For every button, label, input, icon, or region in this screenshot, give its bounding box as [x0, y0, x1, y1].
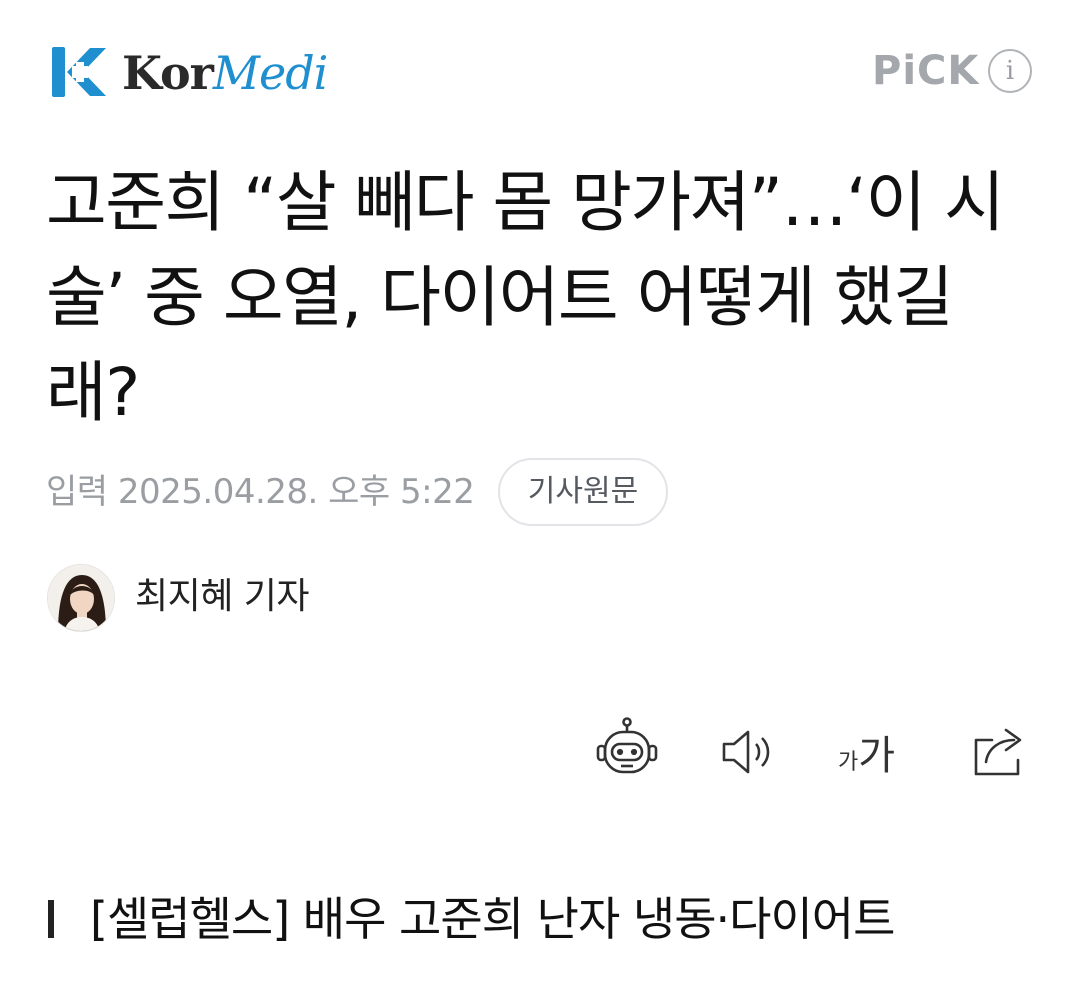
article-headline: 고준희 “살 빼다 몸 망가져”…‘이 시술’ 중 오열, 다이어트 어떻게 했…: [46, 164, 1005, 431]
brand-logo-text[interactable]: KorMedi: [122, 44, 328, 102]
article-subheading: [셀럽헬스] 배우 고준희 난자 냉동·다이어트: [90, 892, 895, 946]
reporter-avatar[interactable]: [47, 564, 115, 632]
published-date: 입력 2025.04.28. 오후 5:22: [46, 472, 475, 512]
subheading-bar: [48, 900, 54, 938]
font-size-big-label: 가: [858, 733, 896, 779]
kormedi-logo-icon[interactable]: [50, 43, 108, 101]
brand-logo-medi: Medi: [212, 46, 328, 100]
font-size-small-label: 가: [838, 750, 859, 775]
reporter-name[interactable]: 최지혜 기자: [135, 574, 310, 620]
share-icon: [970, 728, 1030, 783]
summary-bot-button[interactable]: [595, 716, 659, 780]
speaker-icon: [718, 730, 778, 783]
summary-bot-icon: [595, 717, 659, 783]
font-size-icon: 가가: [838, 733, 895, 779]
read-aloud-button[interactable]: [718, 724, 778, 780]
pick-badge[interactable]: PiCK: [872, 46, 979, 96]
original-article-button[interactable]: 기사원문: [498, 458, 668, 526]
info-icon[interactable]: i: [988, 49, 1032, 93]
font-size-button[interactable]: 가가: [838, 722, 910, 782]
share-button[interactable]: [970, 722, 1030, 780]
brand-logo-kor: Kor: [122, 46, 214, 100]
